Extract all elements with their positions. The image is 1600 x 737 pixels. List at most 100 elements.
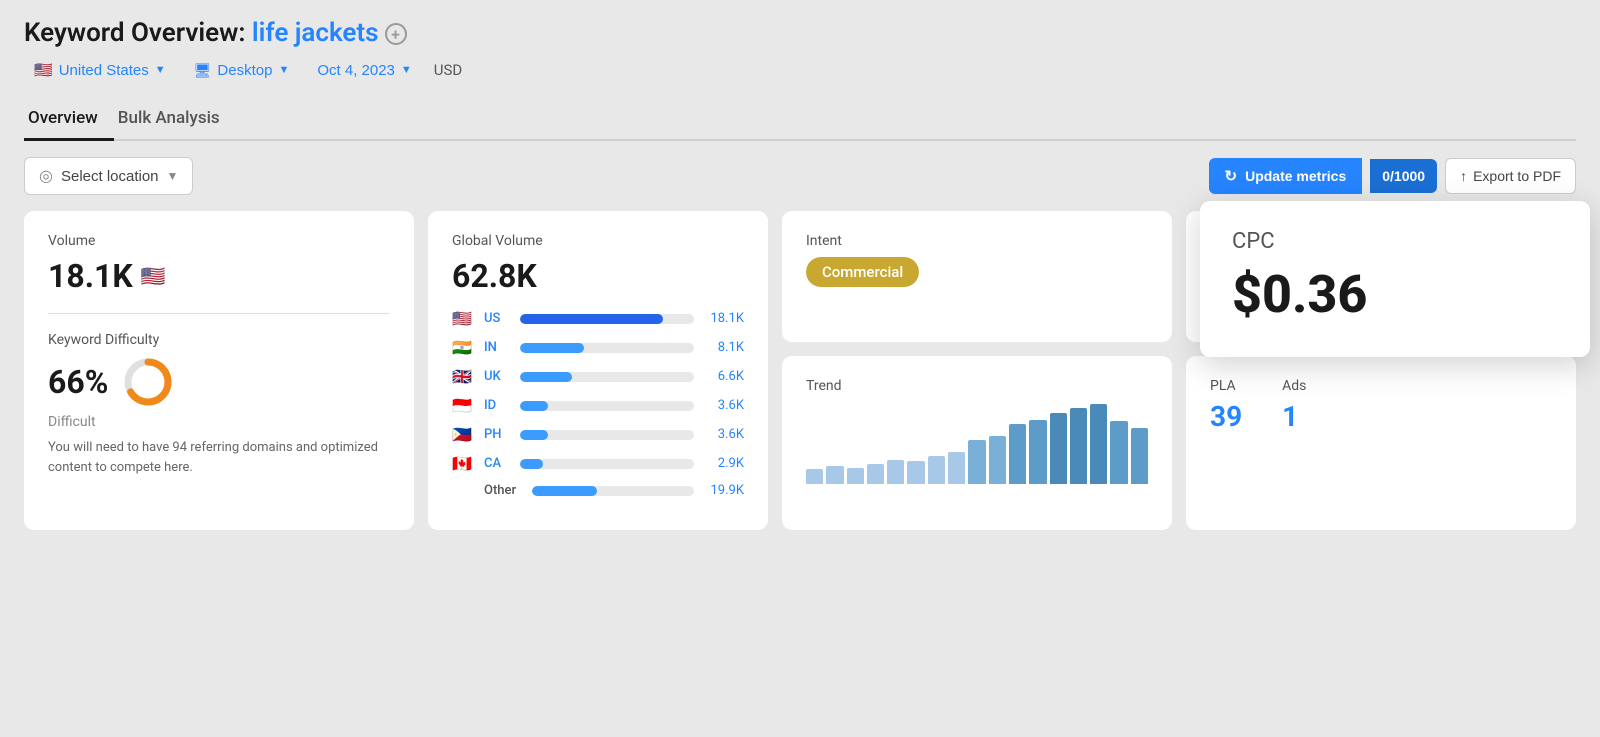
global-volume-card: Global Volume 62.8K 🇺🇸 US 18.1K 🇮🇳 IN 8.… (428, 211, 768, 530)
location-label: United States (59, 62, 149, 79)
select-location-chevron-icon: ▼ (167, 169, 179, 183)
volume-bar-container (520, 401, 694, 411)
list-item: 🇬🇧 UK 6.6K (452, 367, 744, 386)
device-label: Desktop (217, 62, 272, 79)
tab-bulk-analysis[interactable]: Bulk Analysis (114, 100, 236, 141)
other-label: Other (484, 483, 524, 498)
tab-overview[interactable]: Overview (24, 100, 114, 141)
volume-bar-container (520, 372, 694, 382)
trend-bar (1029, 420, 1046, 484)
trend-bar (907, 461, 924, 483)
device-filter[interactable]: 🖥 Desktop ▼ (184, 57, 300, 84)
trend-bar (989, 436, 1006, 484)
update-metrics-button[interactable]: ↻ Update metrics (1209, 158, 1363, 194)
ads-item: Ads 1 (1282, 378, 1306, 433)
volume-bar (520, 372, 572, 382)
trend-card: Trend (782, 356, 1172, 531)
page-header: Keyword Overview: life jackets + 🇺🇸 Unite… (24, 18, 1576, 84)
volume-card: Volume 18.1K 🇺🇸 Keyword Difficulty 66% (24, 211, 414, 530)
desktop-icon: 🖥 (194, 62, 212, 79)
pla-ads-row: PLA 39 Ads 1 (1210, 378, 1552, 433)
pla-value: 39 (1210, 400, 1242, 433)
uk-flag-icon: 🇬🇧 (452, 367, 476, 386)
country-count: 3.6K (702, 427, 744, 442)
location-pin-icon: ◎ (39, 166, 53, 186)
global-volume-label: Global Volume (452, 233, 744, 249)
intent-card: Intent Commercial (782, 211, 1172, 342)
list-item: 🇮🇩 ID 3.6K (452, 396, 744, 415)
trend-bar (1050, 413, 1067, 483)
cpc-popup-card: CPC $0.36 (1200, 201, 1590, 357)
country-count: 3.6K (702, 398, 744, 413)
country-count: 6.6K (702, 369, 744, 384)
trend-bar (968, 440, 985, 484)
intent-badge: Commercial (806, 257, 919, 287)
id-flag-icon: 🇮🇩 (452, 396, 476, 415)
ph-flag-icon: 🇵🇭 (452, 425, 476, 444)
toolbar-row: ◎ Select location ▼ ↻ Update metrics 0/1… (24, 157, 1576, 195)
filter-row: 🇺🇸 United States ▼ 🖥 Desktop ▼ Oct 4, 20… (24, 56, 1576, 84)
trend-bar (948, 452, 965, 484)
date-label: Oct 4, 2023 (317, 62, 395, 79)
country-count: 19.9K (702, 483, 744, 498)
country-rows: 🇺🇸 US 18.1K 🇮🇳 IN 8.1K 🇬🇧 UK (452, 309, 744, 498)
update-metrics-count-label: 0/1000 (1382, 168, 1425, 184)
ads-label: Ads (1282, 378, 1306, 394)
pla-item: PLA 39 (1210, 378, 1242, 433)
country-count: 18.1K (702, 311, 744, 326)
update-metrics-label: Update metrics (1245, 168, 1346, 184)
title-prefix: Keyword Overview: (24, 18, 252, 48)
keyword-difficulty-section: Keyword Difficulty 66% Difficult You wil… (48, 332, 390, 477)
volume-bar-container (520, 343, 694, 353)
location-filter[interactable]: 🇺🇸 United States ▼ (24, 56, 176, 84)
trend-bar (867, 464, 884, 484)
volume-bar (532, 486, 597, 496)
trend-bar (1110, 421, 1127, 483)
list-item: 🇺🇸 US 18.1K (452, 309, 744, 328)
keyword-difficulty-label: Keyword Difficulty (48, 332, 390, 348)
list-item: 🇨🇦 CA 2.9K (452, 454, 744, 473)
country-code: ID (484, 398, 512, 413)
country-count: 8.1K (702, 340, 744, 355)
trend-bar (1131, 428, 1148, 484)
volume-bar (520, 401, 548, 411)
cards-grid: Volume 18.1K 🇺🇸 Keyword Difficulty 66% (24, 211, 1576, 530)
tabs-row: Overview Bulk Analysis (24, 100, 1576, 141)
update-metrics-count-button[interactable]: 0/1000 (1370, 159, 1437, 193)
trend-chart (806, 404, 1148, 484)
trend-bar (806, 469, 823, 483)
global-volume-value: 62.8K (452, 257, 744, 295)
list-item: 🇵🇭 PH 3.6K (452, 425, 744, 444)
difficulty-donut-chart (122, 356, 174, 408)
add-keyword-button[interactable]: + (385, 23, 407, 45)
volume-bar (520, 314, 663, 324)
country-count: 2.9K (702, 456, 744, 471)
volume-bar-container (520, 459, 694, 469)
keyword-difficulty-value: 66% (48, 363, 108, 401)
ca-flag-icon: 🇨🇦 (452, 454, 476, 473)
trend-bar (928, 456, 945, 484)
select-location-button[interactable]: ◎ Select location ▼ (24, 157, 193, 195)
trend-bar (1070, 408, 1087, 484)
cpc-value: $0.36 (1232, 264, 1558, 325)
export-button[interactable]: ↑ Export to PDF (1445, 158, 1576, 194)
trend-bar (1009, 424, 1026, 484)
volume-bar (520, 459, 543, 469)
toolbar-right: ↻ Update metrics 0/1000 ↑ Export to PDF (1209, 158, 1576, 194)
difficulty-level-label: Difficult (48, 414, 390, 430)
difficulty-description: You will need to have 94 referring domai… (48, 438, 390, 477)
volume-value: 18.1K (48, 257, 133, 295)
country-code: US (484, 311, 512, 326)
in-flag-icon: 🇮🇳 (452, 338, 476, 357)
export-label: Export to PDF (1473, 168, 1561, 184)
volume-bar-container (532, 486, 694, 496)
volume-bar (520, 430, 548, 440)
country-code: IN (484, 340, 512, 355)
title-keyword: life jackets (252, 18, 379, 48)
pla-label: PLA (1210, 378, 1242, 394)
export-icon: ↑ (1460, 168, 1467, 184)
date-filter[interactable]: Oct 4, 2023 ▼ (307, 57, 421, 84)
list-item: Other 19.9K (452, 483, 744, 498)
intent-label: Intent (806, 233, 1148, 249)
us-flag-icon: 🇺🇸 (452, 309, 476, 328)
